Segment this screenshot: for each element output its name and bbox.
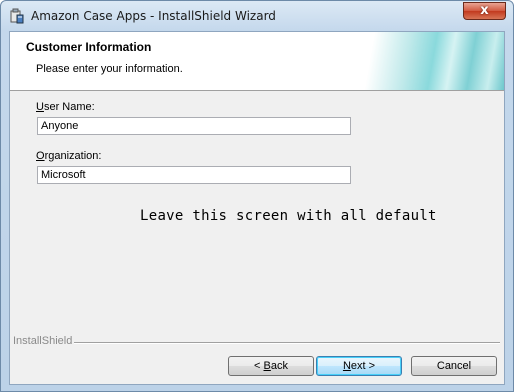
footer-divider (74, 342, 500, 344)
page-title: Customer Information (26, 40, 152, 54)
installshield-brand: InstallShield (13, 335, 73, 347)
installshield-wizard-window: Amazon Case Apps - InstallShield Wizard … (0, 0, 514, 392)
organization-label: Organization: (36, 150, 102, 162)
page-subtitle: Please enter your information. (36, 63, 183, 75)
instruction-note: Leave this screen with all default (140, 208, 437, 224)
title-bar[interactable]: Amazon Case Apps - InstallShield Wizard … (1, 1, 513, 31)
user-name-label: User Name: (36, 101, 95, 113)
cancel-button[interactable]: Cancel (411, 356, 497, 376)
banner-graphic (344, 32, 504, 90)
close-icon: x (480, 3, 489, 18)
organization-input[interactable] (37, 166, 351, 184)
header-banner: Customer Information Please enter your i… (10, 32, 504, 91)
close-button[interactable]: x (463, 2, 506, 20)
back-button[interactable]: < Back (228, 356, 314, 376)
window-title: Amazon Case Apps - InstallShield Wizard (31, 9, 276, 23)
user-name-input[interactable] (37, 117, 351, 135)
next-button[interactable]: Next > (316, 356, 402, 376)
installer-icon (9, 8, 25, 24)
wizard-body: Customer Information Please enter your i… (9, 31, 505, 385)
